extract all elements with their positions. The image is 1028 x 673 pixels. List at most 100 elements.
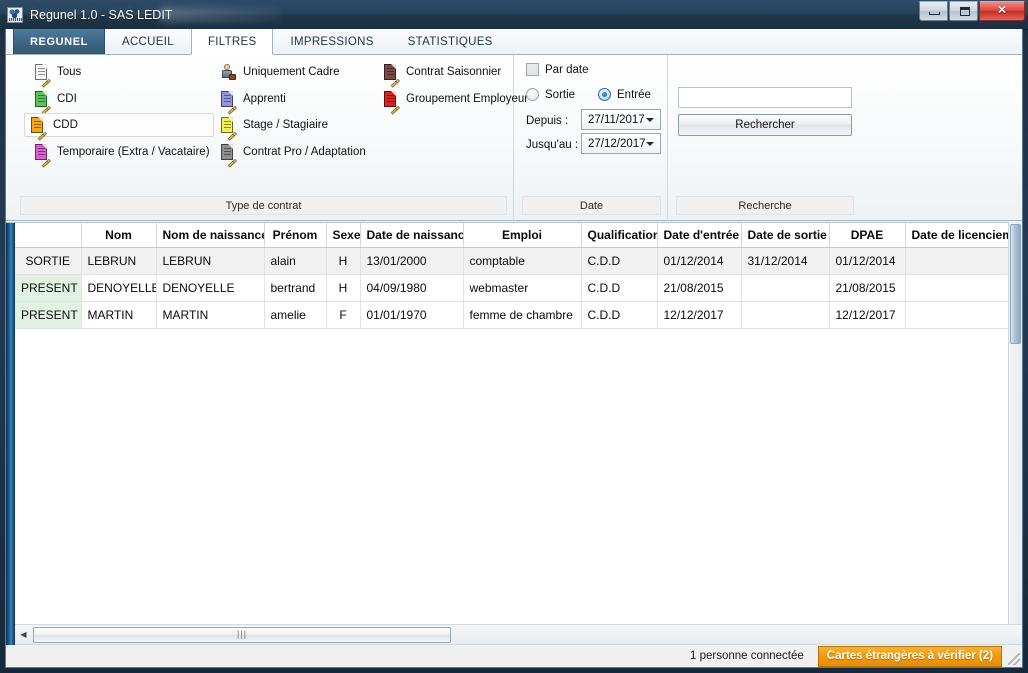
filter-cdd[interactable]: CDD	[24, 113, 214, 141]
radio-sortie[interactable]	[526, 88, 539, 101]
jusquau-date-combo[interactable]: 27/12/2017	[581, 133, 661, 154]
table-row[interactable]: PRESENT MARTIN MARTIN amelie F 01/01/1970 femm…	[15, 301, 1022, 329]
cell-date_licenciement	[905, 247, 1022, 275]
cell-status: SORTIE	[15, 247, 82, 275]
grid-body: SORTIE LEBRUN LEBRUN alain H 13/01/2000 compta…	[15, 247, 1022, 329]
radio-entree-label: Entrée	[617, 88, 651, 101]
cell-date_naissance: 04/09/1980	[360, 274, 464, 302]
filter-stage[interactable]: Stage / Stagiaire	[214, 113, 335, 141]
grid-header-date_licenciement[interactable]: Date de licenciement	[905, 223, 1022, 248]
depuis-label: Depuis :	[526, 115, 569, 127]
client-area: REGUNEL ACCUEIL FILTRES IMPRESSIONS STAT…	[5, 29, 1023, 668]
document-green-icon	[35, 90, 51, 115]
grid-header-emploi[interactable]: Emploi	[463, 223, 582, 248]
cell-dpae: 01/12/2014	[829, 247, 906, 275]
grid-header-nom[interactable]: Nom	[81, 223, 157, 248]
close-button[interactable]: ✕	[979, 1, 1025, 21]
depuis-date-combo[interactable]: 27/11/2017	[581, 109, 661, 130]
grid-header-nom_naissance[interactable]: Nom de naissance	[156, 223, 265, 248]
group-caption-date: Date	[522, 196, 661, 215]
cell-date_sortie	[741, 301, 830, 329]
document-blue-icon	[221, 90, 237, 115]
grid-header-date_entree[interactable]: Date d'entrée	[657, 223, 742, 248]
scroll-left-icon[interactable]: ◀	[15, 626, 32, 644]
tab-filtres[interactable]: FILTRES	[190, 29, 274, 55]
filter-temporaire[interactable]: Temporaire (Extra / Vacataire)	[28, 140, 217, 168]
filter-contrat-pro[interactable]: Contrat Pro / Adaptation	[214, 140, 373, 168]
grid-horizontal-scroll-thumb[interactable]: |||	[33, 626, 451, 643]
minimize-button[interactable]	[919, 1, 948, 21]
filter-cdi[interactable]: CDI	[28, 87, 84, 115]
grid-vertical-scroll-thumb[interactable]	[1010, 224, 1021, 344]
cell-date_naissance: 01/01/1970	[360, 301, 464, 329]
grid-header-row: Nom Nom de naissance Prénom Sexe Date de nai…	[15, 223, 1022, 248]
grid-header-date_naissance[interactable]: Date de naissance	[360, 223, 464, 248]
grid-horizontal-scroll-track[interactable]	[451, 627, 1020, 643]
cell-emploi: comptable	[463, 247, 582, 275]
cell-date_entree: 12/12/2017	[657, 301, 742, 329]
par-date-checkbox-row[interactable]: Par date	[526, 63, 588, 76]
filter-apprenti[interactable]: Apprenti	[214, 87, 293, 115]
tab-filtres-label: FILTRES	[207, 35, 257, 48]
document-white-icon	[35, 63, 51, 88]
grid-horizontal-scrollbar[interactable]: ◀ |||	[15, 624, 1022, 644]
radio-sortie-row[interactable]: Sortie	[526, 88, 575, 101]
connected-users-text: 1 personne connectée	[689, 650, 804, 662]
tab-regunel[interactable]: REGUNEL	[13, 29, 105, 54]
radio-entree[interactable]	[598, 88, 611, 101]
cell-nom: DENOYELLE	[81, 274, 157, 302]
group-caption-contract: Type de contrat	[20, 196, 507, 215]
cell-date_sortie	[741, 274, 830, 302]
grid-header-dpae[interactable]: DPAE	[829, 223, 906, 248]
cell-prenom: bertrand	[264, 274, 327, 302]
cell-date_licenciement	[905, 301, 1022, 329]
maximize-button[interactable]	[949, 1, 978, 21]
par-date-label: Par date	[545, 63, 589, 76]
radio-sortie-label: Sortie	[545, 88, 576, 101]
cell-sexe: F	[326, 301, 361, 329]
cell-prenom: alain	[264, 247, 327, 275]
ribbon-group-date: Par date Sortie Entrée Depuis : 27/11/20…	[516, 55, 668, 221]
par-date-checkbox[interactable]	[526, 63, 539, 76]
grid-table: Nom Nom de naissance Prénom Sexe Date de nai…	[15, 223, 1022, 329]
tab-accueil[interactable]: ACCUEIL	[105, 29, 191, 54]
search-input[interactable]	[684, 90, 846, 105]
application-window: Regunel 1.0 - SAS LEDIT ✕ REGUNEL ACCUEI…	[0, 0, 1028, 673]
rechercher-button[interactable]: Rechercher	[678, 114, 852, 136]
filter-contrat-saisonnier[interactable]: Contrat Saisonnier	[377, 60, 508, 88]
foreign-cards-warning-button[interactable]: Cartes étrangères à vérifier (2)	[817, 645, 1002, 667]
radio-entree-row[interactable]: Entrée	[598, 88, 651, 101]
cell-prenom: amelie	[264, 301, 327, 329]
cell-dpae: 12/12/2017	[829, 301, 906, 329]
tab-accueil-label: ACCUEIL	[121, 35, 174, 48]
grid-header-qualification[interactable]: Qualification	[581, 223, 658, 248]
cell-emploi: femme de chambre	[463, 301, 582, 329]
filter-tous[interactable]: Tous	[28, 60, 88, 88]
cell-date_sortie: 31/12/2014	[741, 247, 830, 275]
resize-grip-icon[interactable]	[1008, 653, 1020, 665]
grid-header-prenom[interactable]: Prénom	[264, 223, 327, 248]
window-title: Regunel 1.0 - SAS LEDIT	[30, 7, 173, 22]
title-bar-left: Regunel 1.0 - SAS LEDIT	[7, 4, 172, 25]
grid-header-date_sortie[interactable]: Date de sortie	[741, 223, 830, 248]
ribbon-body: Tous CDI CDD Temporaire (Extra / Vacatai…	[6, 55, 1022, 221]
tab-impressions-label: IMPRESSIONS	[290, 35, 374, 48]
cell-sexe: H	[326, 274, 361, 302]
document-magenta-icon	[35, 143, 51, 168]
cell-nom_naissance: MARTIN	[156, 301, 265, 329]
cell-qualification: C.D.D	[581, 247, 658, 275]
grid-vertical-scrollbar[interactable]	[1008, 222, 1022, 645]
filter-groupement-employeur[interactable]: Groupement Employeur	[377, 87, 535, 115]
cell-sexe: H	[326, 247, 361, 275]
search-input-wrapper[interactable]	[678, 87, 852, 108]
tab-statistiques-label: STATISTIQUES	[407, 35, 493, 48]
tab-impressions[interactable]: IMPRESSIONS	[273, 29, 390, 54]
table-row[interactable]: SORTIE LEBRUN LEBRUN alain H 13/01/2000 compta…	[15, 247, 1022, 275]
grid-header-sexe[interactable]: Sexe	[326, 223, 361, 248]
grid-header-status[interactable]	[15, 223, 82, 248]
filter-groupement-employeur-label: Groupement Employeur	[406, 93, 529, 105]
tab-statistiques[interactable]: STATISTIQUES	[391, 29, 510, 54]
table-row[interactable]: PRESENT DENOYELLE DENOYELLE bertrand H 04/09/…	[15, 274, 1022, 302]
filter-uniquement-cadre[interactable]: Uniquement Cadre	[214, 60, 347, 84]
cell-emploi: webmaster	[463, 274, 582, 302]
